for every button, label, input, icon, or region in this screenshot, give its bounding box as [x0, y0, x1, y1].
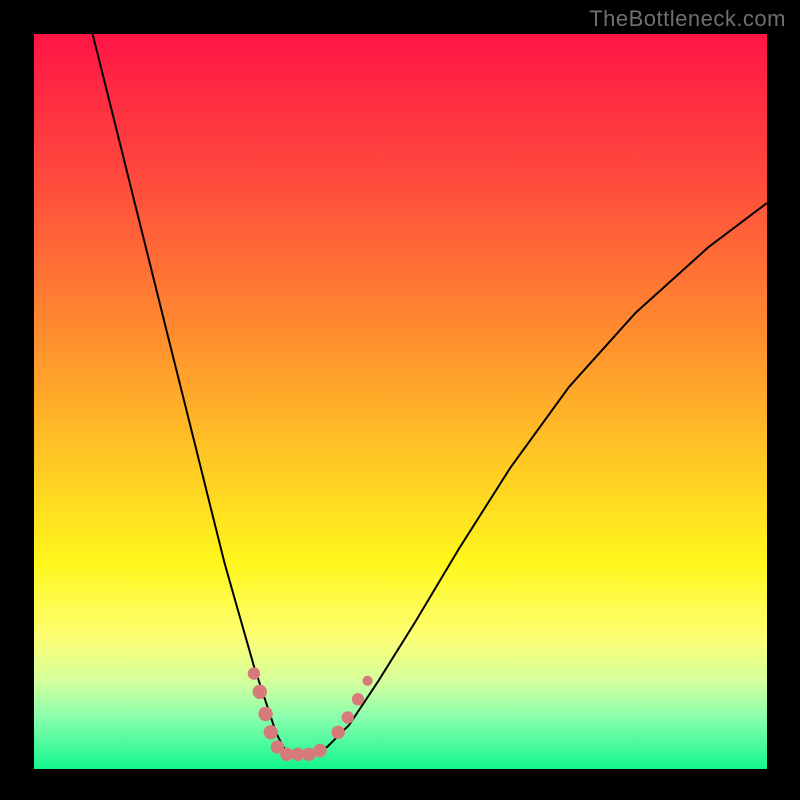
curve-marker [264, 725, 278, 739]
curve-marker [352, 693, 364, 705]
plot-background [34, 34, 767, 769]
bottleneck-chart [0, 0, 800, 800]
watermark-text: TheBottleneck.com [589, 6, 786, 32]
chart-frame: TheBottleneck.com [0, 0, 800, 800]
curve-marker [258, 707, 272, 721]
curve-marker [253, 685, 267, 699]
curve-marker [313, 744, 326, 757]
curve-marker [248, 667, 260, 679]
curve-marker [342, 711, 354, 723]
curve-marker [362, 676, 372, 686]
curve-marker [332, 726, 345, 739]
